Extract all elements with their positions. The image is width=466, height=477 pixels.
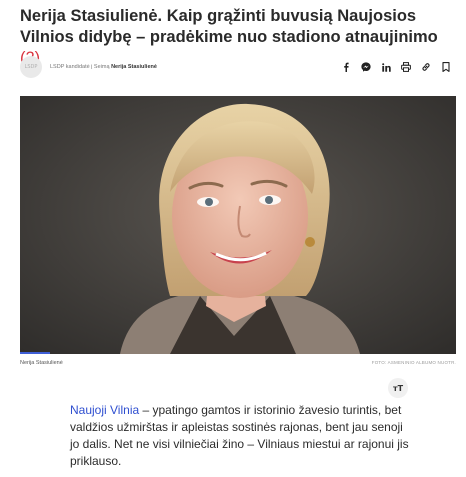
article-title-text: Nerija Stasiulienė. Kaip grąžinti buvusi… [20, 7, 438, 46]
author-info: LSDP kandidatė į Seimą Nerija Stasiulien… [50, 64, 157, 70]
share-bar [336, 57, 456, 77]
author-name[interactable]: Nerija Stasiulienė [111, 64, 157, 70]
text-size-button[interactable]: ᴛT [388, 378, 408, 398]
text-size-icon: ᴛT [392, 383, 404, 393]
bookmark-icon[interactable] [436, 57, 456, 77]
photo-credit: FOTO: ASMENINIO ALBUMO NUOTR. [371, 360, 456, 365]
article-lead: Naujoji Vilnia – ypatingo gamtos ir isto… [70, 402, 410, 470]
byline: LSDP LSDP kandidatė į Seimą Nerija Stasi… [20, 56, 456, 78]
linkedin-icon[interactable] [376, 57, 396, 77]
author-prefix: LSDP kandidatė į Seimą [50, 64, 110, 70]
article-photo[interactable] [20, 96, 456, 354]
portrait-illustration [20, 96, 456, 354]
avatar[interactable]: LSDP [20, 56, 42, 78]
photo-caption: Nerija Stasiulienė [20, 360, 63, 366]
naujoji-vilnia-link[interactable]: Naujoji Vilnia [70, 403, 139, 417]
link-icon[interactable] [416, 57, 436, 77]
messenger-icon[interactable] [356, 57, 376, 77]
print-icon[interactable] [396, 57, 416, 77]
photo-progress-bar [20, 352, 50, 354]
facebook-icon[interactable] [336, 57, 356, 77]
